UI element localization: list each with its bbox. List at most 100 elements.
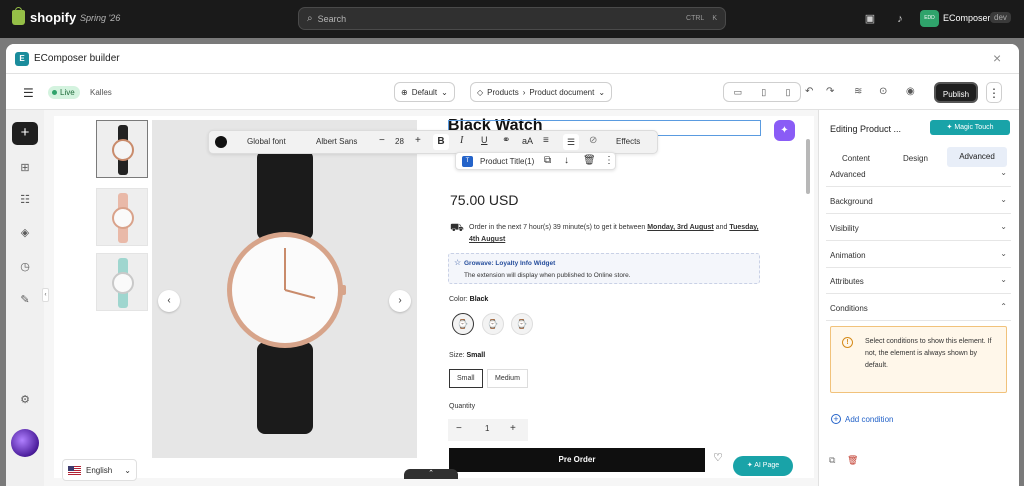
language-selector[interactable]: English ⌄ <box>62 459 137 481</box>
loyalty-widget-placeholder[interactable]: ☆ Growave: Loyalty Info Widget The exten… <box>448 253 760 284</box>
bold-button[interactable]: B <box>433 134 449 150</box>
trash-icon[interactable]: 🗑 <box>847 455 858 466</box>
store-avatar[interactable]: EDD <box>920 10 939 27</box>
prev-image-button[interactable]: ‹ <box>158 290 180 312</box>
product-main-image[interactable] <box>152 120 417 458</box>
layers-icon[interactable]: ◈ <box>18 226 32 240</box>
watch-thumbnail-image <box>112 193 134 243</box>
section-attributes[interactable]: Attributes ⌄ <box>826 270 1011 294</box>
text-color-swatch[interactable] <box>215 136 227 148</box>
element-name[interactable]: Product Title(1) <box>480 157 534 166</box>
font-scope-select[interactable]: Global font <box>247 137 286 146</box>
preview-eye-icon[interactable]: ◉ <box>906 86 915 97</box>
increase-size-button[interactable]: + <box>415 135 421 146</box>
section-advanced[interactable]: Advanced ⌄ <box>826 163 1011 187</box>
font-size-input[interactable]: 28 <box>395 137 404 146</box>
size-option-small[interactable]: Small <box>449 369 483 388</box>
next-image-button[interactable]: › <box>389 290 411 312</box>
page-selector[interactable]: ◇ Products › Product document ⌄ <box>470 82 613 102</box>
gear-icon[interactable]: ⚙ <box>18 393 32 407</box>
expand-bottom-icon[interactable]: ⌃ <box>404 469 458 479</box>
chevron-down-icon: ⌄ <box>1000 249 1007 258</box>
layout-icon[interactable]: ☷ <box>18 193 32 207</box>
mobile-icon[interactable]: ▯ <box>785 87 790 98</box>
chevron-down-icon: ⌄ <box>1000 222 1007 231</box>
tab-content[interactable]: Content <box>842 154 870 163</box>
search-page-icon[interactable]: ⊙ <box>879 86 887 97</box>
redo-icon[interactable]: ↷ <box>826 86 834 97</box>
sections-icon[interactable]: ⊞ <box>18 161 32 175</box>
text-case-button[interactable]: aA <box>522 136 533 146</box>
italic-button[interactable]: I <box>460 135 463 146</box>
font-family-select[interactable]: Albert Sans <box>316 137 357 146</box>
store-icon[interactable]: ▣ <box>863 12 877 26</box>
trash-icon[interactable]: 🗑 <box>583 155 596 166</box>
add-element-button[interactable]: + <box>12 122 38 145</box>
tag-icon: ◇ <box>477 87 484 97</box>
section-conditions[interactable]: Conditions ⌃ <box>826 297 1011 321</box>
info-icon: ! <box>842 337 853 348</box>
chevron-down-icon: ⌄ <box>1000 275 1007 284</box>
undo-icon[interactable]: ↶ <box>805 86 813 97</box>
section-visibility[interactable]: Visibility ⌄ <box>826 217 1011 241</box>
color-swatch-mint[interactable]: ⌚ <box>511 313 533 335</box>
line-height-icon[interactable]: ☰ <box>563 134 579 150</box>
effects-button[interactable]: Effects <box>616 137 640 146</box>
product-price: 75.00 USD <box>450 192 519 208</box>
chevron-up-icon: ⌃ <box>1000 302 1007 311</box>
ai-sparkle-button[interactable]: ✦ <box>774 120 795 141</box>
underline-button[interactable]: U <box>481 135 488 145</box>
color-swatch-pink[interactable]: ⌚ <box>482 313 504 335</box>
ai-page-button[interactable]: ✦ AI Page <box>733 456 793 476</box>
quantity-increase-button[interactable]: + <box>510 423 516 434</box>
desktop-icon[interactable]: ▭ <box>734 87 743 98</box>
decrease-size-button[interactable]: − <box>379 135 385 146</box>
pre-order-button[interactable]: Pre Order <box>449 448 705 472</box>
builder-window: E EComposer builder × ☰ Live Kalles ⊕ Def… <box>6 44 1019 486</box>
watch-thumbnail-image <box>112 258 134 308</box>
align-icon[interactable]: ≡ <box>543 135 549 146</box>
copy-icon[interactable]: ⧉ <box>829 455 835 466</box>
section-animation[interactable]: Animation ⌄ <box>826 244 1011 268</box>
publish-button[interactable]: Publish <box>934 82 978 103</box>
store-name[interactable]: EComposer <box>943 13 991 23</box>
tab-design[interactable]: Design <box>903 154 928 163</box>
tablet-icon[interactable]: ▯ <box>761 87 766 98</box>
product-thumbnail[interactable] <box>96 120 148 178</box>
duplicate-icon[interactable]: ⧉ <box>544 155 551 166</box>
more-icon[interactable]: ⋮ <box>604 155 614 166</box>
arrow-down-icon[interactable]: ↓ <box>564 155 569 166</box>
product-thumbnail[interactable] <box>96 253 148 311</box>
assistant-avatar[interactable] <box>11 429 39 457</box>
shopify-logo[interactable]: shopify <box>12 7 76 25</box>
theme-name: Kalles <box>90 88 112 97</box>
panel-title: Editing Product ... <box>830 124 902 134</box>
canvas-scrollbar[interactable] <box>806 139 810 194</box>
device-mode-select[interactable]: ⊕ Default ⌄ <box>394 82 455 102</box>
collapse-rail-icon[interactable]: ‹ <box>42 288 49 302</box>
magic-touch-button[interactable]: ✦ Magic Touch <box>930 120 1010 135</box>
ecomposer-logo-icon: E <box>15 52 29 66</box>
add-condition-button[interactable]: + Add condition <box>831 414 893 424</box>
section-background[interactable]: Background ⌄ <box>826 190 1011 214</box>
text-format-toolbar: Global font Albert Sans − 28 + B I U ⚭ a… <box>208 130 658 154</box>
size-option-medium[interactable]: Medium <box>487 369 528 388</box>
window-title: EComposer builder <box>34 53 120 64</box>
link-icon[interactable]: ⚭ <box>502 135 510 146</box>
clear-format-icon[interactable]: ⊘ <box>589 135 597 146</box>
color-swatch-black[interactable]: ⌚ <box>452 313 474 335</box>
close-icon[interactable]: × <box>993 50 1001 66</box>
more-icon[interactable]: ⋮ <box>986 82 1002 103</box>
text-element-icon: T <box>462 156 473 167</box>
heart-icon[interactable]: ♡ <box>713 451 723 464</box>
window-header <box>6 44 1019 74</box>
global-search-input[interactable]: ⌕ Search CTRL K <box>298 7 726 30</box>
bell-icon[interactable]: ♪ <box>893 12 907 26</box>
theme-icon[interactable]: ✎ <box>18 293 32 307</box>
quantity-input[interactable]: 1 <box>485 424 489 433</box>
history-icon[interactable]: ◷ <box>18 260 32 274</box>
product-thumbnail[interactable] <box>96 188 148 246</box>
menu-icon[interactable]: ☰ <box>23 86 34 100</box>
settings-sliders-icon[interactable]: ≋ <box>854 86 862 97</box>
quantity-decrease-button[interactable]: − <box>456 423 462 434</box>
